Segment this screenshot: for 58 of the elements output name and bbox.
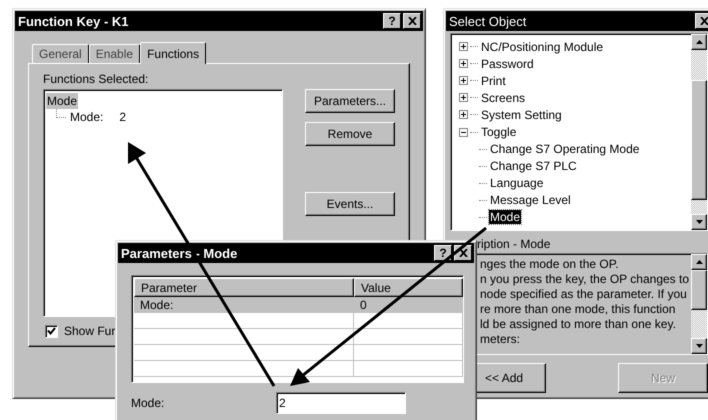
- tree-item[interactable]: Message Level: [489, 193, 572, 208]
- tree-item[interactable]: Language: [489, 176, 544, 190]
- close-icon: [700, 17, 708, 25]
- scroll-down-icon[interactable]: [696, 344, 702, 348]
- close-button[interactable]: [695, 13, 708, 29]
- close-button[interactable]: [403, 13, 421, 29]
- tab[interactable]: General: [32, 44, 89, 63]
- close-icon: [458, 249, 468, 257]
- expand-icon[interactable]: [459, 110, 468, 120]
- column-header[interactable]: Value: [354, 278, 463, 297]
- tab[interactable]: Enable: [88, 44, 140, 63]
- tree-item[interactable]: Change S7 Operating Mode: [489, 142, 640, 156]
- description-text: ld be assigned to more than one key.: [480, 317, 677, 332]
- tree-item[interactable]: Print: [480, 74, 507, 88]
- description-label: ription - Mode: [477, 237, 552, 251]
- tree-item[interactable]: Mode: [46, 93, 78, 109]
- expand-icon[interactable]: [459, 93, 468, 102]
- input-field[interactable]: 2: [276, 392, 406, 414]
- scroll-down-icon[interactable]: [696, 220, 702, 224]
- checkbox[interactable]: [45, 324, 58, 338]
- tree-item[interactable]: Screens: [480, 90, 526, 105]
- field-label: Mode:: [131, 396, 166, 410]
- window-title: Function Key - K1: [18, 14, 130, 28]
- tab[interactable]: Functions: [140, 42, 206, 64]
- expand-icon[interactable]: [459, 59, 468, 68]
- scroll-thumb[interactable]: [691, 270, 707, 310]
- object-tree[interactable]: NC/Positioning Module Password Print Screens System Setting Toggle Change S7 Operating Mode Change S7 PLC Language Message Level Mode: [450, 33, 708, 231]
- description-text: nges the mode on the OP.: [480, 257, 620, 272]
- tree-item[interactable]: System Setting: [480, 108, 563, 122]
- column-header[interactable]: Parameter: [134, 278, 354, 297]
- scroll-thumb[interactable]: [691, 80, 707, 200]
- description-text: n you press the key, the OP changes to: [480, 272, 690, 287]
- help-button[interactable]: ?: [434, 245, 452, 261]
- close-icon: [408, 17, 416, 25]
- tree-item[interactable]: Change S7 PLC: [489, 159, 578, 174]
- dialog-button[interactable]: Events...: [305, 192, 395, 216]
- table-cell: Mode:: [134, 297, 354, 313]
- scroll-track[interactable]: [691, 200, 707, 214]
- tree-item[interactable]: Toggle: [480, 125, 518, 140]
- dialog-button[interactable]: Remove: [305, 122, 395, 146]
- dialog-button[interactable]: Parameters...: [305, 89, 395, 113]
- tree-item[interactable]: Mode: [489, 210, 522, 224]
- help-button[interactable]: ?: [383, 13, 401, 29]
- window-title: Select Object: [449, 14, 528, 28]
- functions-label: Functions Selected:: [43, 72, 150, 86]
- expand-icon[interactable]: [459, 42, 468, 52]
- table-cell: 0: [354, 297, 463, 313]
- tree-item[interactable]: Password: [480, 56, 535, 71]
- description-text: node specified as the parameter. If you: [480, 287, 688, 302]
- collapse-icon[interactable]: [459, 128, 468, 137]
- description-text: re more than one mode, this function: [480, 302, 676, 317]
- description-text: meters:: [480, 332, 522, 347]
- checkbox-label: Show Fur: [64, 324, 116, 338]
- scroll-up-icon[interactable]: [696, 40, 702, 44]
- tree-item[interactable]: NC/Positioning Module: [480, 40, 604, 54]
- tree-item[interactable]: Mode: 2: [69, 109, 128, 125]
- scroll-up-icon[interactable]: [696, 260, 702, 264]
- expand-icon[interactable]: [459, 76, 468, 86]
